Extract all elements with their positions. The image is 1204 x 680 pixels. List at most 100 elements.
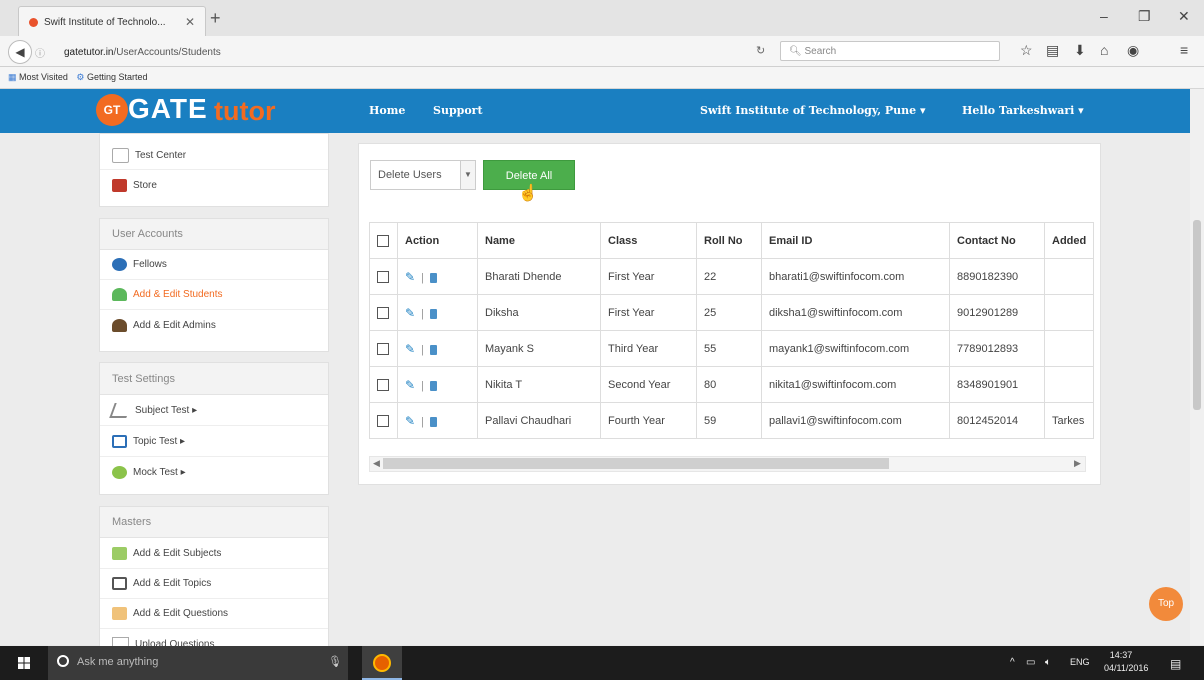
menu-icon[interactable]: ≡ [1180, 42, 1188, 58]
window-close-icon[interactable]: ✕ [1178, 8, 1190, 25]
taskbar-clock[interactable]: 14:37 04/11/2016 [1104, 649, 1148, 675]
row-checkbox[interactable] [377, 306, 389, 319]
language-indicator[interactable]: ENG [1070, 657, 1090, 667]
column-header[interactable]: Roll No [696, 222, 762, 259]
sidebar-item-mock-test[interactable]: Mock Test ▸ [100, 457, 328, 488]
delete-icon[interactable] [429, 272, 437, 283]
table-header-row: Action Name Class Roll No Email ID Conta… [369, 222, 1095, 259]
row-checkbox[interactable] [377, 270, 389, 283]
page-scrollbar-thumb[interactable] [1193, 220, 1201, 410]
volume-icon[interactable]: 🔈︎ [1045, 657, 1051, 668]
nav-home[interactable]: Home [369, 104, 405, 117]
sidebar-item-test-center[interactable]: Test Center [100, 142, 328, 170]
edit-icon[interactable]: ✎ [405, 414, 415, 428]
bookmark-getting-started[interactable]: Getting Started [87, 72, 148, 82]
column-header[interactable]: Class [600, 222, 697, 259]
nav-support[interactable]: Support [433, 104, 483, 117]
add-student-icon [112, 288, 127, 301]
row-select-cell [369, 402, 398, 439]
topic-test-icon [112, 434, 127, 448]
row-checkbox[interactable] [377, 342, 389, 355]
cell-roll: 22 [696, 258, 762, 295]
cell-contact: 8012452014 [949, 402, 1045, 439]
select-all-checkbox[interactable] [377, 234, 389, 247]
browser-tab[interactable]: Swift Institute of Technolo... ✕ [18, 6, 206, 37]
sidebar-item-add-edit-subjects[interactable]: Add & Edit Subjects [100, 538, 328, 569]
delete-icon[interactable] [429, 308, 437, 319]
maximize-icon[interactable]: ❐ [1138, 8, 1151, 25]
sidebar-item-add-edit-topics[interactable]: Add & Edit Topics [100, 569, 328, 599]
row-select-cell [369, 294, 398, 331]
tab-close-icon[interactable]: ✕ [185, 15, 195, 29]
edit-icon[interactable]: ✎ [405, 306, 415, 320]
column-header[interactable]: Added [1043, 222, 1095, 259]
cell-class: Fourth Year [600, 402, 697, 439]
row-checkbox[interactable] [377, 414, 389, 427]
reading-list-icon[interactable]: ▤ [1046, 42, 1059, 59]
table-row: ✎ | Mayank S Third Year 55 mayank1@swiftinfoc… [369, 330, 1095, 367]
sidebar-item-topic-test[interactable]: Topic Test ▸ [100, 426, 328, 457]
row-checkbox[interactable] [377, 378, 389, 391]
home-icon[interactable]: ⌂ [1100, 42, 1108, 58]
delete-icon[interactable] [429, 344, 437, 355]
admin-icon [112, 318, 127, 332]
sidebar-item-store[interactable]: Store [100, 170, 328, 200]
tray-chevron-icon[interactable]: ^ [1010, 657, 1015, 668]
pocket-icon[interactable]: ◉ [1127, 42, 1139, 59]
delete-icon[interactable] [429, 416, 437, 427]
row-actions: ✎ | [397, 258, 478, 295]
sidebar-item-fellows[interactable]: Fellows [100, 250, 328, 280]
sidebar-item-label: Fellows [133, 259, 167, 270]
cortana-placeholder: Ask me anything [77, 656, 159, 668]
network-icon[interactable]: ▭ [1026, 657, 1035, 668]
sidebar-item-add-edit-questions[interactable]: Add & Edit Questions [100, 599, 328, 629]
user-dropdown[interactable]: Hello Tarkeshwari ▾ [962, 104, 1084, 117]
minimize-icon[interactable]: – [1100, 8, 1108, 24]
sidebar-item-add-edit-admins[interactable]: Add & Edit Admins [100, 310, 328, 340]
browser-search-input[interactable]: 🔍︎ Search [780, 41, 1000, 61]
sidebar-item-label: Add & Edit Topics [133, 578, 212, 589]
column-header[interactable]: Name [477, 222, 601, 259]
fellows-icon [112, 258, 127, 271]
subject-test-icon [109, 402, 132, 418]
logo-badge[interactable]: GT [96, 94, 128, 126]
cell-name: Diksha [477, 294, 601, 331]
scroll-right-icon[interactable]: ▶ [1074, 458, 1081, 469]
sidebar-item-add-edit-students[interactable]: Add & Edit Students [100, 280, 328, 310]
bookmark-star-icon[interactable]: ☆ [1020, 42, 1033, 59]
sidebar-item-subject-test[interactable]: Subject Test ▸ [100, 395, 328, 426]
logo-gate[interactable]: GATE [128, 93, 208, 125]
edit-icon[interactable]: ✎ [405, 342, 415, 356]
microphone-icon[interactable]: 🎙︎ [328, 655, 342, 668]
logo-tutor[interactable]: tutor [214, 96, 275, 127]
back-icon[interactable]: ◀ [8, 40, 32, 64]
edit-icon[interactable]: ✎ [405, 378, 415, 392]
bookmark-most-visited[interactable]: Most Visited [19, 72, 68, 82]
windows-start-icon[interactable] [18, 657, 30, 669]
info-icon[interactable]: ⓘ [35, 45, 45, 60]
cell-name: Bharati Dhende [477, 258, 601, 295]
column-header[interactable]: Email ID [761, 222, 950, 259]
reload-icon[interactable]: ↻ [756, 44, 765, 57]
row-select-cell [369, 366, 398, 403]
delete-icon[interactable] [429, 380, 437, 391]
institute-dropdown[interactable]: Swift Institute of Technology, Pune ▾ [700, 104, 926, 117]
action-separator: | [421, 307, 424, 320]
panel-title: User Accounts [100, 219, 328, 250]
cell-roll: 59 [696, 402, 762, 439]
scroll-top-button[interactable]: Top [1149, 587, 1183, 621]
table-scrollbar-thumb[interactable] [383, 458, 889, 469]
table-row: ✎ | Pallavi Chaudhari Fourth Year 59 pallavi1… [369, 402, 1095, 439]
download-icon[interactable]: ⬇ [1074, 42, 1086, 59]
notifications-icon[interactable]: ▤ [1170, 657, 1181, 671]
edit-icon[interactable]: ✎ [405, 270, 415, 284]
sidebar-item-label: Topic Test ▸ [133, 435, 186, 447]
bulk-action-select[interactable]: Delete Users ▼ [370, 160, 476, 190]
sidebar-item-upload-questions[interactable]: Upload Questions [100, 629, 328, 646]
students-table: Action Name Class Roll No Email ID Conta… [369, 222, 1095, 439]
url-bar[interactable]: gatetutor.in/UserAccounts/Students [64, 44, 764, 62]
column-header[interactable]: Contact No [949, 222, 1045, 259]
new-tab-icon[interactable]: + [210, 8, 221, 29]
scroll-left-icon[interactable]: ◀ [373, 458, 380, 469]
sidebar-item-label: Add & Edit Questions [133, 608, 229, 619]
